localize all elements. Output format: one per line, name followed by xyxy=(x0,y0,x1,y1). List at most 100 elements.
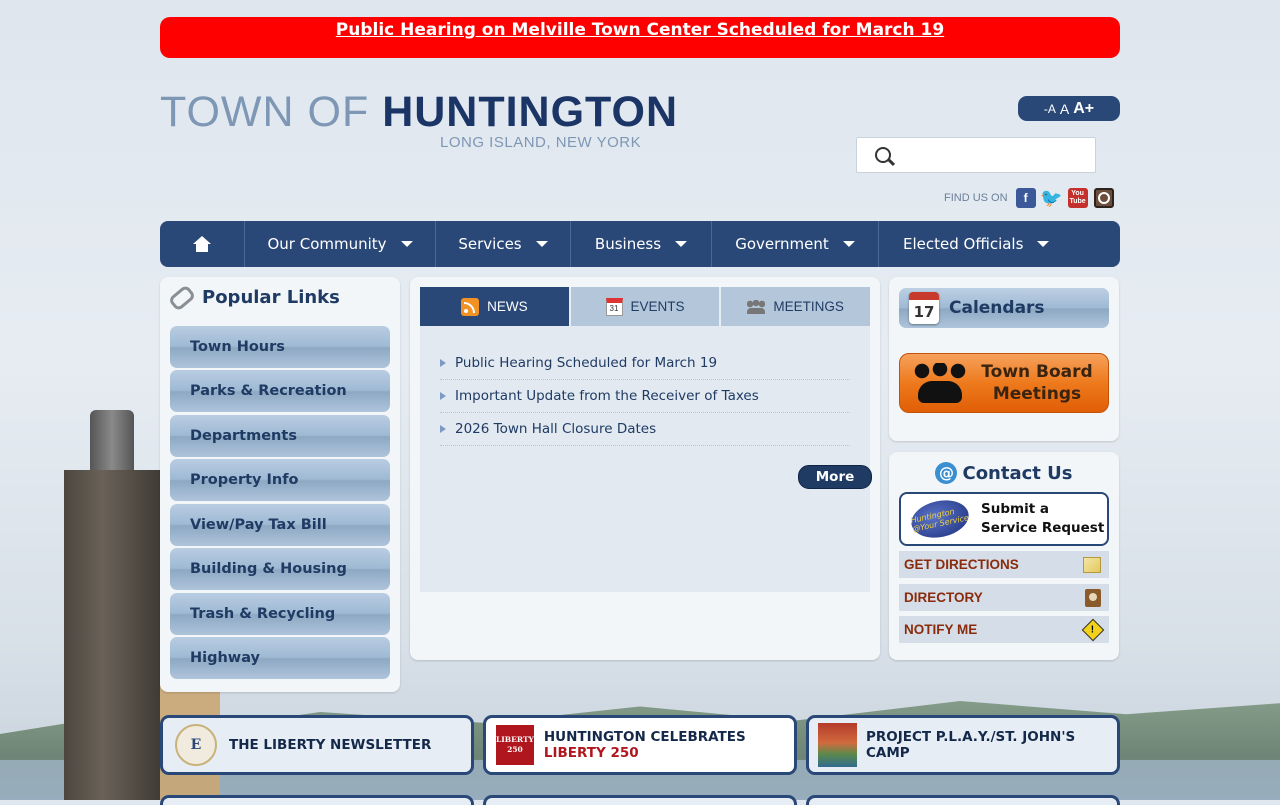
seal-icon: E xyxy=(175,724,217,766)
youtube-icon[interactable]: You Tube xyxy=(1067,188,1088,208)
nav-label: Government xyxy=(735,235,829,253)
facebook-icon[interactable]: f xyxy=(1015,188,1036,208)
news-item[interactable]: Important Update from the Receiver of Ta… xyxy=(440,380,850,413)
feature-tile-partial[interactable] xyxy=(483,795,797,805)
bullet-arrow-icon xyxy=(440,425,446,433)
text-size-normal[interactable]: A xyxy=(1060,101,1069,117)
contact-panel: @ Contact Us Huntington @Your Service Su… xyxy=(889,452,1119,660)
calendar-icon: 17 xyxy=(909,292,939,324)
get-directions-button[interactable]: GET DIRECTIONS xyxy=(899,551,1109,578)
nav-label: Services xyxy=(458,235,522,253)
main-nav: Our Community Services Business Governme… xyxy=(160,221,1120,267)
popular-link-parks-recreation[interactable]: Parks & Recreation xyxy=(170,370,390,412)
background-lighthouse xyxy=(64,410,220,800)
chevron-down-icon xyxy=(535,241,548,247)
site-logo[interactable]: TOWN OF HUNTINGTON xyxy=(160,88,678,137)
logo-text: LIBERTY xyxy=(496,735,534,744)
news-item[interactable]: 2026 Town Hall Closure Dates xyxy=(440,413,850,446)
feature-liberty-newsletter[interactable]: E THE LIBERTY NEWSLETTER xyxy=(160,715,474,775)
popular-links-heading: Popular Links xyxy=(167,283,340,312)
tab-news[interactable]: NEWS xyxy=(420,287,571,326)
nav-government[interactable]: Government xyxy=(712,221,879,267)
nav-business[interactable]: Business xyxy=(571,221,712,267)
warning-icon: ! xyxy=(1081,618,1105,641)
directory-book-icon xyxy=(1085,588,1101,607)
button-label: GET DIRECTIONS xyxy=(904,557,1019,572)
service-request-button[interactable]: Huntington @Your Service Submit a Servic… xyxy=(899,492,1109,546)
button-label: DIRECTORY xyxy=(904,590,983,605)
popular-link-trash-recycling[interactable]: Trash & Recycling xyxy=(170,593,390,635)
feature-liberty-250[interactable]: LIBERTY 250 HUNTINGTON CELEBRATES LIBERT… xyxy=(483,715,797,775)
chevron-down-icon xyxy=(675,241,688,247)
tab-label: NEWS xyxy=(487,299,528,314)
nav-elected-officials[interactable]: Elected Officials xyxy=(879,221,1085,267)
feature-label: PROJECT P.L.A.Y./ST. JOHN'S CAMP xyxy=(865,729,1076,761)
meeting-people-icon xyxy=(914,361,966,405)
popular-link-highway[interactable]: Highway xyxy=(170,637,390,679)
logo-text: 250 xyxy=(507,745,523,754)
popular-link-tax-bill[interactable]: View/Pay Tax Bill xyxy=(170,504,390,546)
news-panel: NEWS 31 EVENTS MEETINGS Public Hearing S… xyxy=(410,277,880,660)
popular-link-building-housing[interactable]: Building & Housing xyxy=(170,548,390,590)
contact-heading: @ Contact Us xyxy=(889,462,1119,484)
map-icon xyxy=(1083,556,1101,573)
news-item[interactable]: Public Hearing Scheduled for March 19 xyxy=(440,347,850,380)
news-item-title: Public Hearing Scheduled for March 19 xyxy=(455,355,718,371)
feature-project-play[interactable]: PROJECT P.L.A.Y./ST. JOHN'S CAMP xyxy=(806,715,1120,775)
news-item-title: 2026 Town Hall Closure Dates xyxy=(455,421,657,437)
calendars-panel: 17 Calendars Town Board Meetings xyxy=(889,277,1119,441)
people-icon xyxy=(747,299,766,314)
find-us-label: FIND US ON xyxy=(944,192,1008,204)
chevron-down-icon xyxy=(842,241,855,247)
feature-label-prefix: HUNTINGTON CELEBRATES xyxy=(543,729,746,745)
feature-tile-partial[interactable] xyxy=(806,795,1120,805)
button-label: NOTIFY ME xyxy=(904,622,978,637)
news-list: Public Hearing Scheduled for March 19 Im… xyxy=(420,326,872,592)
directory-button[interactable]: DIRECTORY xyxy=(899,584,1109,611)
tab-meetings[interactable]: MEETINGS xyxy=(721,287,871,326)
search-input[interactable] xyxy=(901,142,1091,168)
at-your-service-logo: Huntington @Your Service xyxy=(907,495,973,543)
nav-our-community[interactable]: Our Community xyxy=(245,221,436,267)
feature-tile-partial[interactable] xyxy=(160,795,474,805)
more-news-button[interactable]: More xyxy=(798,465,872,489)
notify-me-button[interactable]: NOTIFY ME ! xyxy=(899,616,1109,643)
news-item-title: Important Update from the Receiver of Ta… xyxy=(455,388,759,404)
calendars-title: Calendars xyxy=(949,298,1045,318)
calendars-link[interactable]: 17 Calendars xyxy=(899,288,1109,328)
instagram-icon[interactable] xyxy=(1093,188,1114,208)
alert-banner: Public Hearing on Melville Town Center S… xyxy=(160,17,1120,58)
tab-label: MEETINGS xyxy=(773,299,844,314)
at-sign-icon: @ xyxy=(935,462,958,484)
town-board-meetings-button[interactable]: Town Board Meetings xyxy=(899,353,1109,413)
service-request-label: Submit a Service Request xyxy=(981,501,1105,536)
popular-link-departments[interactable]: Departments xyxy=(170,415,390,457)
search-box xyxy=(856,137,1096,173)
bullet-arrow-icon xyxy=(440,392,446,400)
popular-links-title: Popular Links xyxy=(202,287,340,308)
popular-link-town-hours[interactable]: Town Hours xyxy=(170,326,390,368)
liberty-250-logo: LIBERTY 250 xyxy=(496,725,534,765)
feature-label: HUNTINGTON CELEBRATES LIBERTY 250 xyxy=(544,729,794,761)
news-tabs: NEWS 31 EVENTS MEETINGS xyxy=(420,287,871,326)
nav-home[interactable] xyxy=(160,221,245,267)
text-size-control: -A A A+ xyxy=(1018,96,1120,121)
text-size-decrease[interactable]: -A xyxy=(1044,102,1056,116)
social-links: FIND US ON f 🐦 You Tube xyxy=(944,188,1114,208)
chevron-down-icon xyxy=(1037,241,1050,247)
link-icon xyxy=(167,283,197,312)
alert-link[interactable]: Public Hearing on Melville Town Center S… xyxy=(336,20,944,40)
bullet-arrow-icon xyxy=(440,359,446,367)
camp-photo xyxy=(818,723,857,767)
tab-events[interactable]: 31 EVENTS xyxy=(570,287,722,326)
search-icon[interactable] xyxy=(875,147,891,163)
feature-label: THE LIBERTY NEWSLETTER xyxy=(229,737,432,753)
popular-link-property-info[interactable]: Property Info xyxy=(170,459,390,501)
twitter-icon[interactable]: 🐦 xyxy=(1040,188,1062,208)
calendar-icon: 31 xyxy=(605,297,623,316)
nav-services[interactable]: Services xyxy=(436,221,571,267)
nav-label: Elected Officials xyxy=(903,235,1024,253)
nav-label: Business xyxy=(594,235,662,253)
text-size-increase[interactable]: A+ xyxy=(1073,100,1094,118)
logo-town-of: TOWN OF xyxy=(160,88,383,136)
